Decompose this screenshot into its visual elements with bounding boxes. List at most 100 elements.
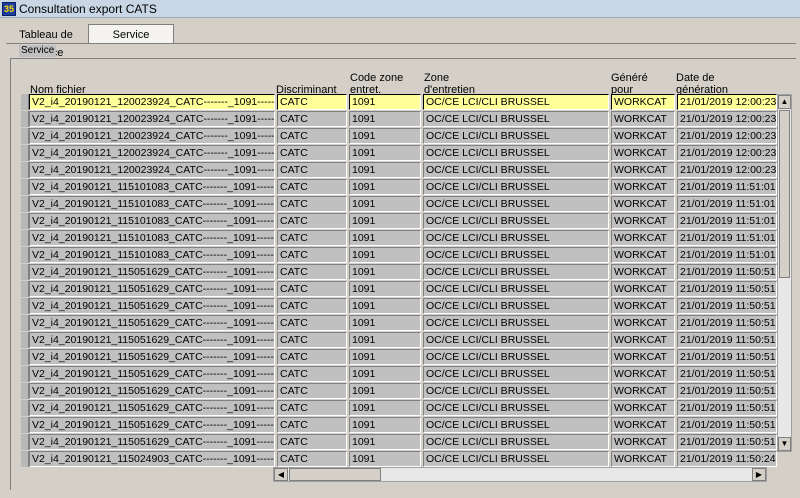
table-row[interactable]: V2_i4_20190121_115051629_CATC-------_109… (21, 349, 777, 365)
cell-nom-fichier[interactable]: V2_i4_20190121_115024903_CATC-------_109… (29, 451, 275, 467)
cell-genere-pour[interactable]: WORKCAT (611, 230, 675, 246)
cell-zone-entretien[interactable]: OC/CE LCI/CLI BRUSSEL (423, 179, 609, 195)
cell-genere-pour[interactable]: WORKCAT (611, 281, 675, 297)
cell-nom-fichier[interactable]: V2_i4_20190121_115101083_CATC-------_109… (29, 196, 275, 212)
row-selector[interactable] (21, 349, 29, 365)
cell-nom-fichier[interactable]: V2_i4_20190121_115051629_CATC-------_109… (29, 332, 275, 348)
cell-nom-fichier[interactable]: V2_i4_20190121_120023924_CATC-------_109… (29, 94, 275, 110)
cell-code-zone[interactable]: 1091 (349, 264, 421, 280)
cell-discriminant[interactable]: CATC (277, 196, 347, 212)
cell-code-zone[interactable]: 1091 (349, 196, 421, 212)
cell-discriminant[interactable]: CATC (277, 366, 347, 382)
cell-nom-fichier[interactable]: V2_i4_20190121_120023924_CATC-------_109… (29, 162, 275, 178)
cell-code-zone[interactable]: 1091 (349, 213, 421, 229)
table-row[interactable]: V2_i4_20190121_115101083_CATC-------_109… (21, 213, 777, 229)
cell-discriminant[interactable]: CATC (277, 315, 347, 331)
cell-zone-entretien[interactable]: OC/CE LCI/CLI BRUSSEL (423, 111, 609, 127)
row-selector[interactable] (21, 298, 29, 314)
cell-zone-entretien[interactable]: OC/CE LCI/CLI BRUSSEL (423, 230, 609, 246)
cell-discriminant[interactable]: CATC (277, 162, 347, 178)
cell-zone-entretien[interactable]: OC/CE LCI/CLI BRUSSEL (423, 451, 609, 467)
table-row[interactable]: V2_i4_20190121_115051629_CATC-------_109… (21, 417, 777, 433)
cell-zone-entretien[interactable]: OC/CE LCI/CLI BRUSSEL (423, 400, 609, 416)
cell-zone-entretien[interactable]: OC/CE LCI/CLI BRUSSEL (423, 264, 609, 280)
cell-zone-entretien[interactable]: OC/CE LCI/CLI BRUSSEL (423, 315, 609, 331)
cell-date-generation[interactable]: 21/01/2019 11:50:51 (677, 349, 777, 365)
row-selector[interactable] (21, 281, 29, 297)
cell-date-generation[interactable]: 21/01/2019 11:50:51 (677, 332, 777, 348)
tab-service[interactable]: Service (88, 24, 174, 44)
cell-code-zone[interactable]: 1091 (349, 145, 421, 161)
cell-nom-fichier[interactable]: V2_i4_20190121_120023924_CATC-------_109… (29, 145, 275, 161)
cell-discriminant[interactable]: CATC (277, 230, 347, 246)
cell-nom-fichier[interactable]: V2_i4_20190121_115051629_CATC-------_109… (29, 349, 275, 365)
cell-genere-pour[interactable]: WORKCAT (611, 94, 675, 110)
cell-zone-entretien[interactable]: OC/CE LCI/CLI BRUSSEL (423, 434, 609, 450)
table-row[interactable]: V2_i4_20190121_115101083_CATC-------_109… (21, 179, 777, 195)
cell-date-generation[interactable]: 21/01/2019 11:50:51 (677, 434, 777, 450)
table-row[interactable]: V2_i4_20190121_120023924_CATC-------_109… (21, 128, 777, 144)
table-row[interactable]: V2_i4_20190121_115051629_CATC-------_109… (21, 264, 777, 280)
cell-zone-entretien[interactable]: OC/CE LCI/CLI BRUSSEL (423, 145, 609, 161)
cell-discriminant[interactable]: CATC (277, 145, 347, 161)
cell-genere-pour[interactable]: WORKCAT (611, 383, 675, 399)
cell-discriminant[interactable]: CATC (277, 451, 347, 467)
row-selector[interactable] (21, 94, 29, 110)
cell-discriminant[interactable]: CATC (277, 434, 347, 450)
cell-date-generation[interactable]: 21/01/2019 11:50:51 (677, 417, 777, 433)
row-selector[interactable] (21, 315, 29, 331)
table-row[interactable]: V2_i4_20190121_115051629_CATC-------_109… (21, 400, 777, 416)
cell-nom-fichier[interactable]: V2_i4_20190121_115051629_CATC-------_109… (29, 315, 275, 331)
cell-zone-entretien[interactable]: OC/CE LCI/CLI BRUSSEL (423, 213, 609, 229)
cell-nom-fichier[interactable]: V2_i4_20190121_115101083_CATC-------_109… (29, 247, 275, 263)
cell-date-generation[interactable]: 21/01/2019 12:00:23 (677, 162, 777, 178)
cell-genere-pour[interactable]: WORKCAT (611, 298, 675, 314)
row-selector[interactable] (21, 332, 29, 348)
cell-zone-entretien[interactable]: OC/CE LCI/CLI BRUSSEL (423, 128, 609, 144)
cell-nom-fichier[interactable]: V2_i4_20190121_115101083_CATC-------_109… (29, 179, 275, 195)
cell-zone-entretien[interactable]: OC/CE LCI/CLI BRUSSEL (423, 332, 609, 348)
cell-discriminant[interactable]: CATC (277, 400, 347, 416)
cell-genere-pour[interactable]: WORKCAT (611, 366, 675, 382)
vertical-scrollbar[interactable]: ▲ ▼ (777, 94, 792, 452)
arrow-down-icon[interactable]: ▼ (778, 437, 791, 451)
cell-zone-entretien[interactable]: OC/CE LCI/CLI BRUSSEL (423, 417, 609, 433)
cell-discriminant[interactable]: CATC (277, 417, 347, 433)
table-row[interactable]: V2_i4_20190121_115051629_CATC-------_109… (21, 281, 777, 297)
horizontal-scrollbar[interactable]: ◀ ▶ (273, 467, 767, 482)
cell-code-zone[interactable]: 1091 (349, 417, 421, 433)
cell-zone-entretien[interactable]: OC/CE LCI/CLI BRUSSEL (423, 281, 609, 297)
cell-date-generation[interactable]: 21/01/2019 11:50:24 (677, 451, 777, 467)
cell-code-zone[interactable]: 1091 (349, 434, 421, 450)
cell-code-zone[interactable]: 1091 (349, 111, 421, 127)
cell-date-generation[interactable]: 21/01/2019 11:50:51 (677, 298, 777, 314)
cell-discriminant[interactable]: CATC (277, 128, 347, 144)
cell-discriminant[interactable]: CATC (277, 298, 347, 314)
cell-code-zone[interactable]: 1091 (349, 349, 421, 365)
cell-date-generation[interactable]: 21/01/2019 11:51:01 (677, 230, 777, 246)
row-selector[interactable] (21, 366, 29, 382)
table-row[interactable]: V2_i4_20190121_115101083_CATC-------_109… (21, 196, 777, 212)
cell-code-zone[interactable]: 1091 (349, 315, 421, 331)
cell-date-generation[interactable]: 21/01/2019 11:50:51 (677, 400, 777, 416)
table-row[interactable]: V2_i4_20190121_115101083_CATC-------_109… (21, 247, 777, 263)
table-row[interactable]: V2_i4_20190121_115051629_CATC-------_109… (21, 298, 777, 314)
arrow-left-icon[interactable]: ◀ (274, 468, 288, 481)
cell-date-generation[interactable]: 21/01/2019 11:51:01 (677, 179, 777, 195)
horizontal-scroll-thumb[interactable] (289, 468, 381, 481)
cell-genere-pour[interactable]: WORKCAT (611, 417, 675, 433)
table-row[interactable]: V2_i4_20190121_115051629_CATC-------_109… (21, 315, 777, 331)
cell-genere-pour[interactable]: WORKCAT (611, 315, 675, 331)
cell-nom-fichier[interactable]: V2_i4_20190121_115051629_CATC-------_109… (29, 434, 275, 450)
cell-date-generation[interactable]: 21/01/2019 12:00:23 (677, 145, 777, 161)
row-selector[interactable] (21, 417, 29, 433)
row-selector[interactable] (21, 111, 29, 127)
cell-date-generation[interactable]: 21/01/2019 11:50:51 (677, 315, 777, 331)
cell-genere-pour[interactable]: WORKCAT (611, 349, 675, 365)
table-row[interactable]: V2_i4_20190121_115101083_CATC-------_109… (21, 230, 777, 246)
cell-discriminant[interactable]: CATC (277, 383, 347, 399)
table-row[interactable]: V2_i4_20190121_120023924_CATC-------_109… (21, 145, 777, 161)
table-row[interactable]: V2_i4_20190121_115051629_CATC-------_109… (21, 434, 777, 450)
cell-nom-fichier[interactable]: V2_i4_20190121_115051629_CATC-------_109… (29, 383, 275, 399)
cell-code-zone[interactable]: 1091 (349, 400, 421, 416)
